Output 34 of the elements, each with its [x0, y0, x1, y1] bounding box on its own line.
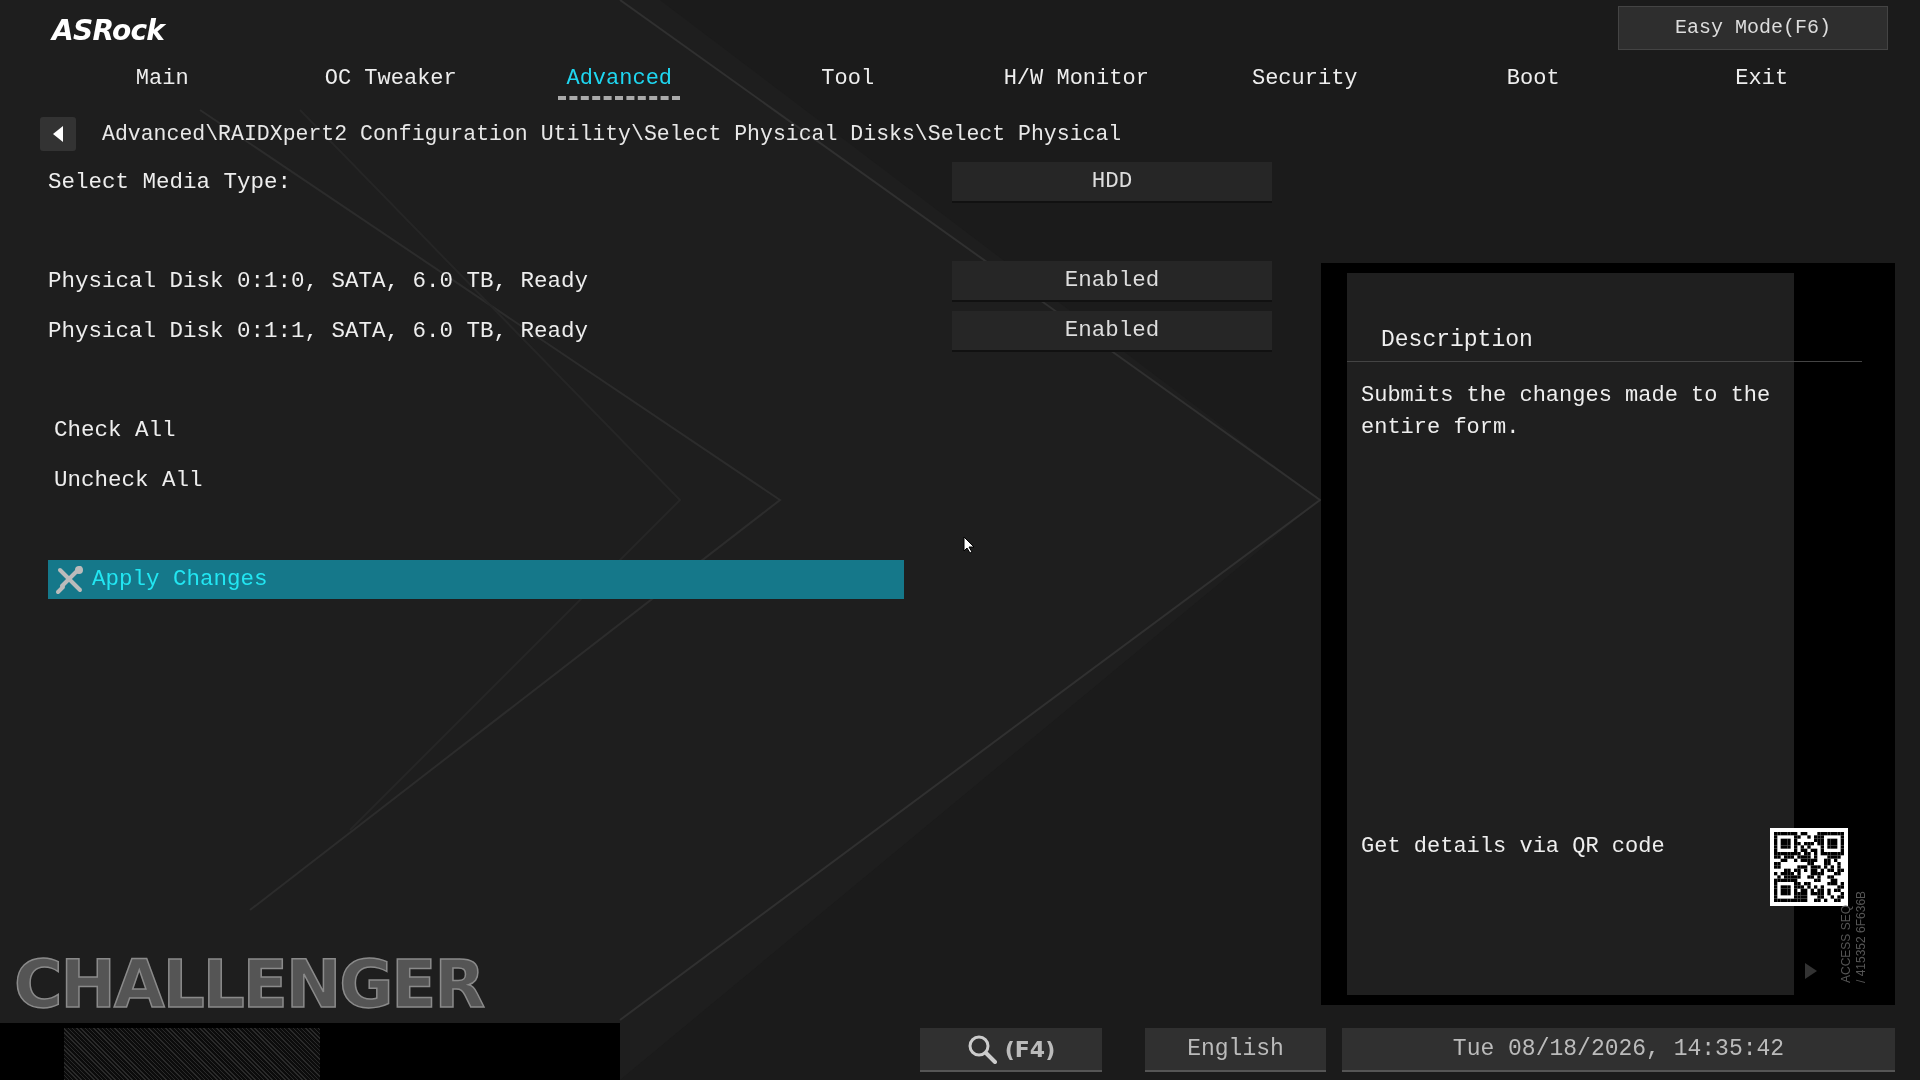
- menu-item[interactable]: Check All: [48, 411, 904, 450]
- date-time-display: Tue 08/18/2026, 14:35:42: [1342, 1028, 1895, 1072]
- value-button[interactable]: Enabled: [952, 261, 1272, 302]
- value-button[interactable]: HDD: [952, 162, 1272, 203]
- value-button[interactable]: Enabled: [952, 311, 1272, 352]
- qr-label: Get details via QR code: [1361, 833, 1665, 861]
- setting-label[interactable]: Physical Disk 0:1:0, SATA, 6.0 TB, Ready: [48, 262, 904, 301]
- menu-tab[interactable]: Main: [127, 60, 197, 100]
- description-text: Submits the changes made to the entire form.: [1361, 382, 1772, 442]
- back-icon: [51, 125, 65, 143]
- menu-item[interactable]: Uncheck All: [48, 461, 904, 500]
- access-code-text: ACCESS SEQ: [1839, 903, 1854, 983]
- menu-tab[interactable]: Exit: [1727, 60, 1797, 100]
- back-button[interactable]: [40, 117, 76, 151]
- setting-label[interactable]: Select Media Type:: [48, 163, 904, 202]
- search-button[interactable]: (F4): [920, 1028, 1102, 1072]
- menu-tab[interactable]: OC Tweaker: [316, 60, 465, 100]
- brand-text: CHALLENGER: [14, 946, 484, 1024]
- breadcrumb-path: Advanced\RAIDXpert2 Configuration Utility\Select Physical Disks\Select Physical: [102, 120, 1122, 148]
- tools-icon: [54, 563, 86, 596]
- easy-mode-button[interactable]: Easy Mode(F6): [1618, 6, 1888, 50]
- menu-tab[interactable]: Boot: [1498, 60, 1568, 100]
- mouse-cursor: [963, 536, 975, 554]
- menu-tab[interactable]: Security: [1243, 60, 1366, 100]
- access-code-text: / 415352 6F636B: [1854, 890, 1869, 983]
- description-title: Description: [1381, 326, 1533, 355]
- search-icon: [966, 1034, 997, 1064]
- logo: ASRock: [52, 13, 165, 49]
- menu-tab[interactable]: H/W Monitor: [995, 60, 1157, 100]
- play-icon: [1805, 963, 1817, 979]
- menu-tab[interactable]: Tool: [813, 60, 883, 100]
- language-button[interactable]: English: [1145, 1028, 1326, 1072]
- setting-label[interactable]: Physical Disk 0:1:1, SATA, 6.0 TB, Ready: [48, 312, 904, 351]
- menu-tab[interactable]: Advanced: [558, 60, 681, 100]
